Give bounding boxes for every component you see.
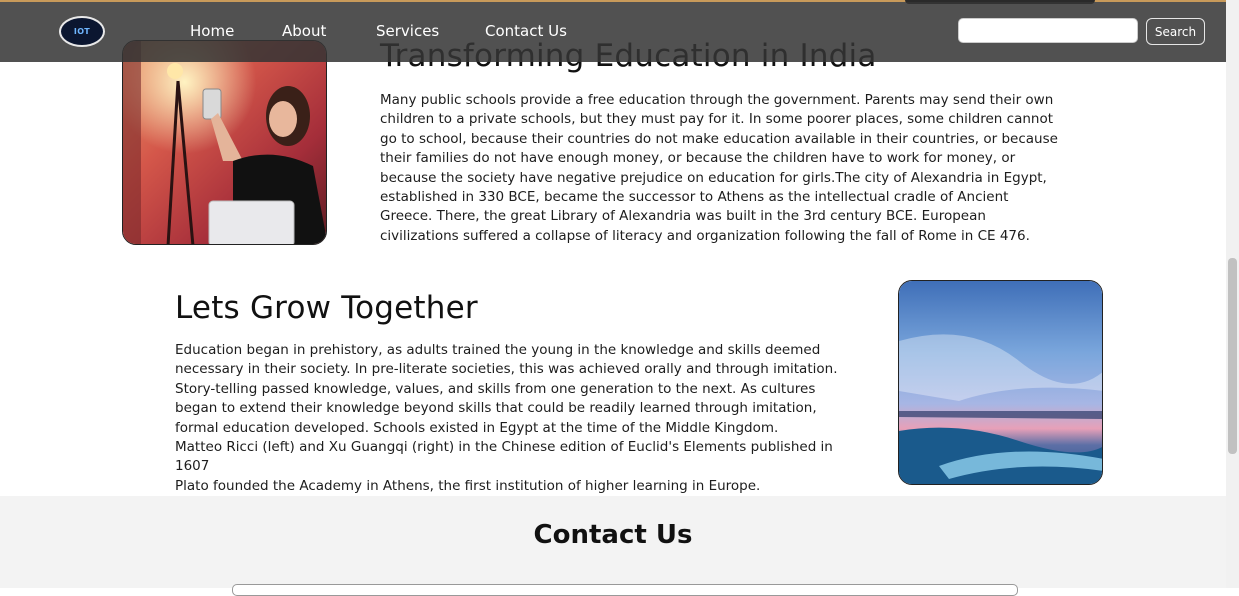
paragraph-line: Education began in prehistory, as adults… <box>175 342 838 436</box>
contact-form-box[interactable] <box>232 584 1018 596</box>
paragraph-line: Plato founded the Academy in Athens, the… <box>175 477 761 494</box>
woman-selfie-illustration <box>123 41 326 244</box>
contact-section-title: Contact Us <box>533 520 693 550</box>
paragraph-line: Matteo Ricci (left) and Xu Guangqi (righ… <box>175 439 833 475</box>
search-button[interactable]: Search <box>1146 18 1205 45</box>
section-paragraph-grow-together: Education began in prehistory, as adults… <box>175 341 845 496</box>
woman-selfie-image <box>122 40 327 245</box>
search-input[interactable] <box>958 18 1138 43</box>
scrollbar-thumb[interactable] <box>1228 258 1237 454</box>
iot-logo[interactable]: IOT <box>59 16 105 47</box>
nav-link-contact-us[interactable]: Contact Us <box>485 22 567 40</box>
nav-link-services[interactable]: Services <box>376 22 439 40</box>
nav-link-about[interactable]: About <box>282 22 326 40</box>
navbar: IOT Home About Services Contact Us Searc… <box>0 2 1226 62</box>
sea-sunset-image <box>898 280 1103 485</box>
section-paragraph-education-india: Many public schools provide a free educa… <box>380 92 1058 244</box>
sea-sunset-illustration <box>899 281 1102 484</box>
section-title-lets-grow: Lets Grow Together <box>175 290 478 326</box>
nav-link-home[interactable]: Home <box>190 22 234 40</box>
